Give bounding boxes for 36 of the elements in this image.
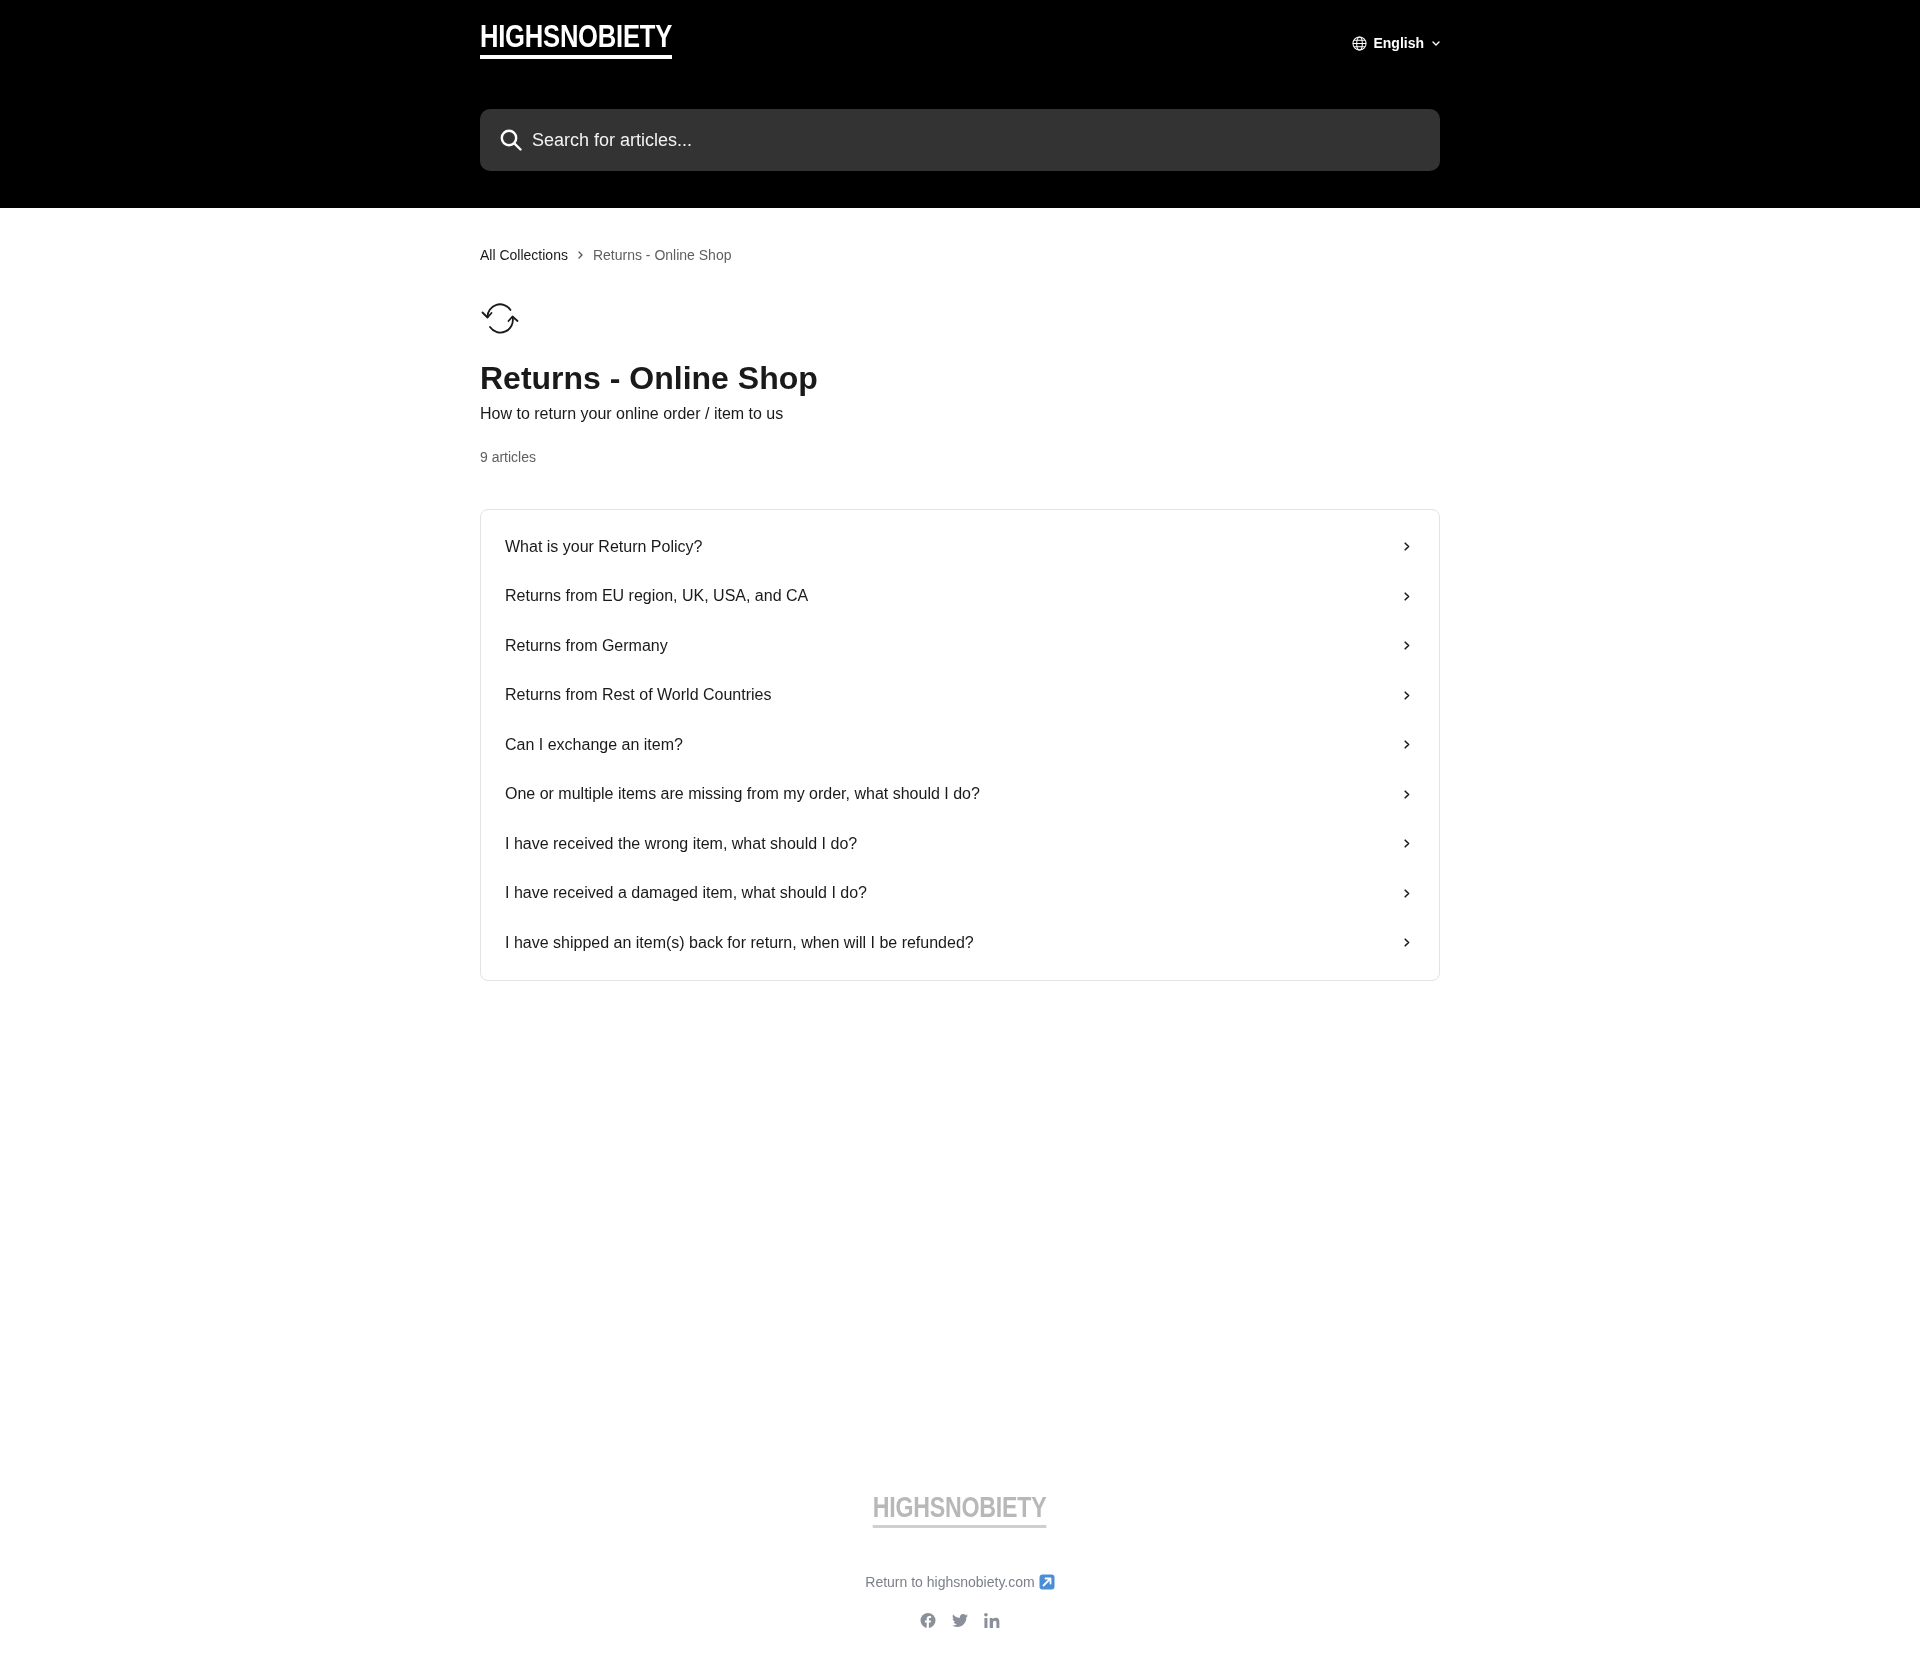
chevron-right-icon [1404, 641, 1410, 651]
article-link[interactable]: Returns from EU region, UK, USA, and CA [481, 571, 1439, 621]
chevron-right-icon [1404, 740, 1410, 750]
return-link[interactable]: Return to highsnobiety.com [865, 1572, 1055, 1592]
globe-icon [1352, 35, 1368, 51]
breadcrumb-link[interactable]: All Collections [480, 245, 568, 265]
article-link[interactable]: Can I exchange an item? [481, 720, 1439, 770]
article-link[interactable]: I have received the wrong item, what should I do? [481, 819, 1439, 869]
chevron-right-icon [1404, 789, 1410, 799]
chevron-right-icon [1404, 542, 1410, 552]
breadcrumb-link[interactable]: Returns - Online Shop [592, 245, 732, 265]
logo[interactable]: HIGHSNOBIETY [480, 22, 672, 59]
article-link[interactable]: Returns from Germany [481, 621, 1439, 671]
article-link[interactable]: I have shipped an item(s) back for return, when will I be refunded? [481, 918, 1439, 968]
linkedin-icon[interactable] [984, 1613, 1000, 1628]
facebook-icon[interactable] [920, 1613, 936, 1628]
chevron-right-icon [1404, 888, 1410, 898]
collection-description: How to return your online order / item to us [480, 404, 785, 424]
chevron-down-icon [1432, 40, 1440, 46]
collection-title: Returns - Online Shop [480, 359, 819, 398]
search-icon [500, 129, 522, 151]
search-field[interactable]: Search for articles... [480, 109, 1440, 171]
arrow-up-right-icon [1038, 1574, 1055, 1590]
article-link[interactable]: Returns from Rest of World Countries [481, 670, 1439, 720]
chevron-right-icon [1404, 591, 1410, 601]
chevron-right-icon [577, 251, 583, 259]
chevron-right-icon [1404, 839, 1410, 849]
refresh-icon [480, 300, 520, 334]
article-link[interactable]: One or multiple items are missing from my order, what should I do? [481, 769, 1439, 819]
article-link[interactable]: What is your Return Policy? [481, 522, 1439, 572]
twitter-icon[interactable] [952, 1613, 968, 1628]
language-selector[interactable]: English [1352, 33, 1440, 53]
chevron-right-icon [1404, 690, 1410, 700]
article-count: 9 articles [480, 448, 538, 467]
article-link[interactable]: I have received a damaged item, what should I do? [481, 868, 1439, 918]
chevron-right-icon [1404, 938, 1410, 948]
